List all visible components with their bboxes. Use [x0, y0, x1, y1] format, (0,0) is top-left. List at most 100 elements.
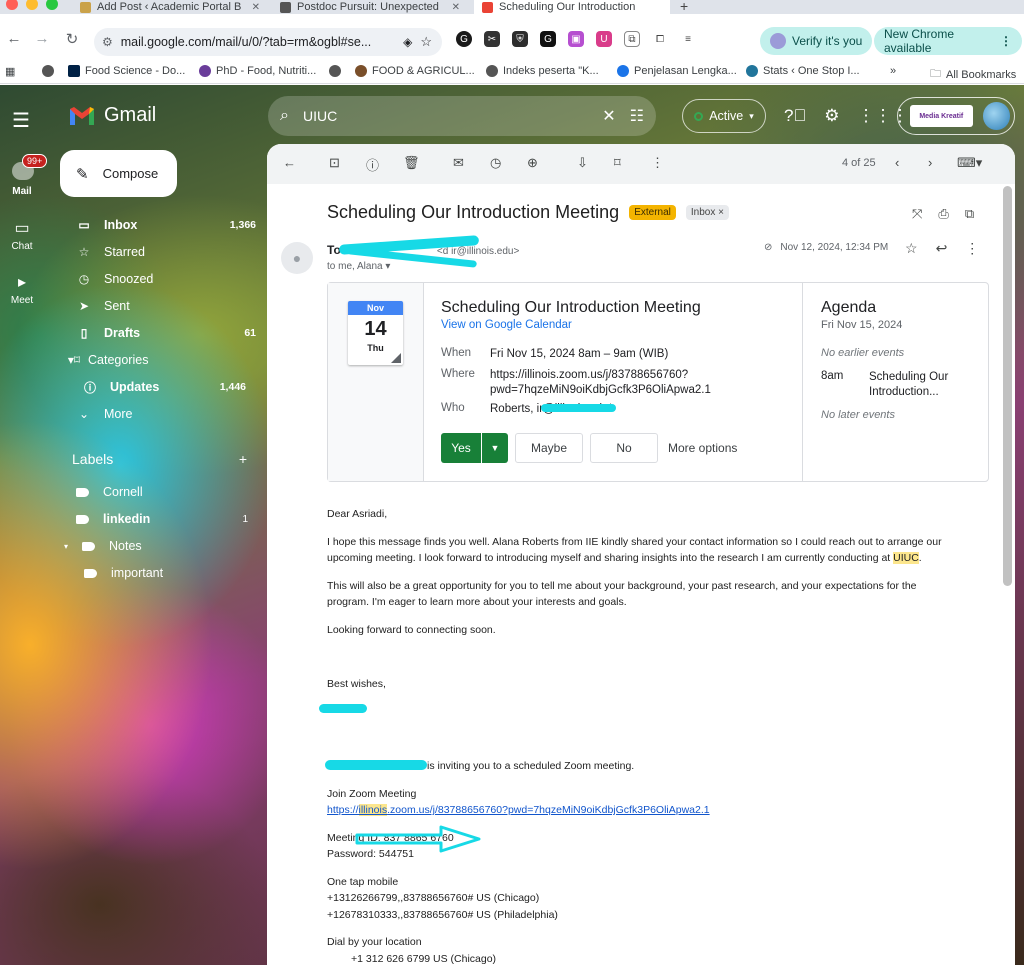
bookmark-star-icon[interactable]: ☆ — [420, 34, 432, 50]
more-options-kebab-icon[interactable]: ⋮ — [651, 155, 664, 171]
sidebar-item-categories[interactable]: ▾⌑ Categories — [64, 349, 244, 371]
ublock-extension-icon[interactable]: U — [596, 31, 612, 47]
sidebar-item-starred[interactable]: ☆ Starred — [76, 241, 256, 263]
gmail-logo[interactable]: Gmail — [68, 104, 156, 127]
forward-arrow-icon[interactable]: → — [28, 30, 56, 47]
archive-icon[interactable]: ⊡ — [329, 155, 340, 171]
message-scrollbar[interactable] — [1003, 186, 1012, 586]
report-spam-icon[interactable]: ⓘ — [366, 155, 379, 174]
rail-chat[interactable]: ▭ Chat — [0, 218, 44, 252]
sidebar-item-more[interactable]: ⌄ More — [76, 403, 256, 425]
more-kebab-icon[interactable]: ⋮ — [965, 240, 979, 257]
close-window-button[interactable] — [6, 0, 18, 10]
sidebar-item-drafts[interactable]: ▯ Drafts 61 — [76, 322, 256, 344]
more-options-button[interactable]: More options — [668, 433, 737, 463]
label-linkedin[interactable]: linkedin 1 — [76, 512, 248, 526]
bookmark-globe[interactable] — [42, 65, 54, 77]
open-new-window-icon[interactable]: ⧉ — [965, 206, 974, 222]
reply-icon[interactable]: ↩ — [936, 240, 948, 257]
bookmark-stats[interactable]: Stats ‹ One Stop I... — [746, 65, 860, 77]
collapse-all-icon[interactable]: ⤧ — [912, 206, 922, 222]
browser-tab-gmail[interactable]: Scheduling Our Introduction — [474, 0, 670, 14]
sidebar-item-inbox[interactable]: ▭ Inbox 1,366 — [76, 214, 256, 236]
delete-trash-icon[interactable]: 🗑 — [403, 155, 420, 171]
search-options-icon[interactable]: ☷ — [630, 106, 644, 126]
close-tab-icon[interactable]: ✕ — [252, 2, 260, 13]
label-cornell[interactable]: Cornell — [76, 485, 143, 499]
main-menu-icon[interactable]: ☰ — [12, 108, 30, 133]
install-app-icon[interactable]: ◈ — [403, 35, 412, 49]
rail-mail[interactable]: Mail — [0, 186, 44, 197]
apps-grid-icon[interactable]: ▦ — [5, 65, 15, 78]
snooze-clock-icon[interactable]: ◷ — [490, 155, 501, 171]
search-icon[interactable]: ⌕ — [280, 107, 289, 125]
extension-icon[interactable]: ✂ — [484, 31, 500, 47]
star-icon[interactable]: ☆ — [905, 240, 918, 257]
sidebar-item-snoozed[interactable]: ◷ Snoozed — [76, 268, 256, 290]
shield-extension-icon[interactable]: ⛨ — [512, 31, 528, 47]
grammarly-extension-icon[interactable]: G — [456, 31, 472, 47]
bookmark-penjelasan[interactable]: Penjelasan Lengka... — [617, 65, 737, 77]
sidebar-item-updates[interactable]: ⓘ Updates 1,446 — [82, 376, 246, 398]
new-chrome-available-button[interactable]: New Chrome available ⋮ — [874, 27, 1022, 55]
reading-list-icon[interactable]: ≡ — [680, 31, 696, 47]
status-dropdown[interactable]: Active ▾ — [682, 99, 766, 133]
next-message-icon[interactable]: › — [928, 155, 932, 170]
move-to-icon[interactable]: ⇩ — [577, 155, 588, 171]
rsvp-no-button[interactable]: No — [590, 433, 658, 463]
label-notes[interactable]: ▾ Notes — [64, 539, 142, 553]
bookmark-food-science[interactable]: Food Science - Do... — [68, 65, 185, 77]
verify-identity-button[interactable]: Verify it's you — [760, 27, 873, 55]
add-to-tasks-icon[interactable]: ⊕ — [527, 155, 538, 171]
label-important[interactable]: important — [84, 566, 163, 580]
settings-gear-icon[interactable]: ⚙ — [824, 106, 839, 126]
avatar[interactable] — [982, 102, 1010, 130]
extensions-puzzle-icon[interactable]: ⧉ — [624, 31, 640, 47]
gmail-favicon-icon — [482, 1, 493, 13]
mail-search-bar[interactable]: ⌕ UIUC ✕ ☷ — [268, 96, 656, 136]
new-tab-button[interactable]: + — [680, 0, 688, 14]
more-bookmarks-button[interactable]: » — [890, 65, 896, 77]
recipients-dropdown[interactable]: to me, Alana ▾ — [327, 261, 390, 272]
label-tag-icon[interactable]: ⌑ — [614, 155, 621, 171]
sidebar-item-sent[interactable]: ➤ Sent — [76, 295, 256, 317]
reload-icon[interactable]: ↻ — [58, 30, 86, 48]
tab-search-icon[interactable]: ⧠ — [652, 31, 668, 47]
back-to-inbox-arrow-icon[interactable]: ← — [283, 155, 296, 170]
bookmark-phd-food[interactable]: PhD - Food, Nutriti... — [199, 65, 316, 77]
clear-search-icon[interactable]: ✕ — [602, 106, 615, 126]
input-tools-keyboard-icon[interactable]: ⌨▾ — [957, 155, 982, 171]
compose-button[interactable]: ✎ Compose — [60, 150, 177, 197]
bookmark-food-agricul[interactable]: FOOD & AGRICUL... — [355, 65, 475, 77]
print-icon[interactable]: ⎙ — [938, 206, 948, 222]
bookmark-globe-2[interactable] — [329, 65, 341, 77]
rail-meet[interactable]: ▸ Meet — [0, 272, 44, 306]
rsvp-yes-options-button[interactable]: ▼ — [482, 433, 508, 463]
bookmark-indeks-peserta[interactable]: Indeks peserta "K... — [486, 65, 599, 77]
rsvp-maybe-button[interactable]: Maybe — [515, 433, 583, 463]
close-tab-icon[interactable]: ✕ — [452, 2, 460, 13]
create-label-plus-icon[interactable]: + — [239, 451, 247, 467]
account-switcher[interactable]: Media Kreatif — [897, 97, 1015, 135]
site-info-icon[interactable]: ⚙ — [102, 35, 113, 49]
minimize-window-button[interactable] — [26, 0, 38, 10]
browser-tab-postdoc[interactable]: Postdoc Pursuit: Unexpected ✕ — [272, 0, 468, 14]
view-on-calendar-link[interactable]: View on Google Calendar — [441, 319, 572, 331]
agenda-event[interactable]: Scheduling Our Introduction... — [869, 370, 948, 400]
extension-icon[interactable]: G — [540, 31, 556, 47]
previous-message-icon[interactable]: ‹ — [895, 155, 899, 170]
kebab-menu-icon[interactable]: ⋮ — [1000, 34, 1012, 48]
address-bar[interactable]: ⚙ mail.google.com/mail/u/0/?tab=rm&ogbl#… — [94, 28, 442, 56]
rsvp-yes-button[interactable]: Yes — [441, 433, 481, 463]
extension-icon[interactable]: ▣ — [568, 31, 584, 47]
inbox-label-chip[interactable]: Inbox × — [685, 205, 729, 220]
maximize-window-button[interactable] — [46, 0, 58, 10]
help-icon[interactable]: ?⃝ — [784, 106, 806, 126]
all-bookmarks-button[interactable]: 🗀 All Bookmarks — [930, 65, 1016, 84]
browser-tab-add-post[interactable]: Add Post ‹ Academic Portal B ✕ — [72, 0, 268, 14]
mark-unread-icon[interactable]: ✉ — [453, 155, 464, 171]
zoom-join-link[interactable]: https://illinois.zoom.us/j/83788656760?p… — [327, 802, 957, 818]
back-arrow-icon[interactable]: ← — [0, 30, 28, 47]
search-input[interactable]: UIUC — [303, 108, 337, 124]
sender-avatar[interactable]: ● — [281, 242, 313, 274]
